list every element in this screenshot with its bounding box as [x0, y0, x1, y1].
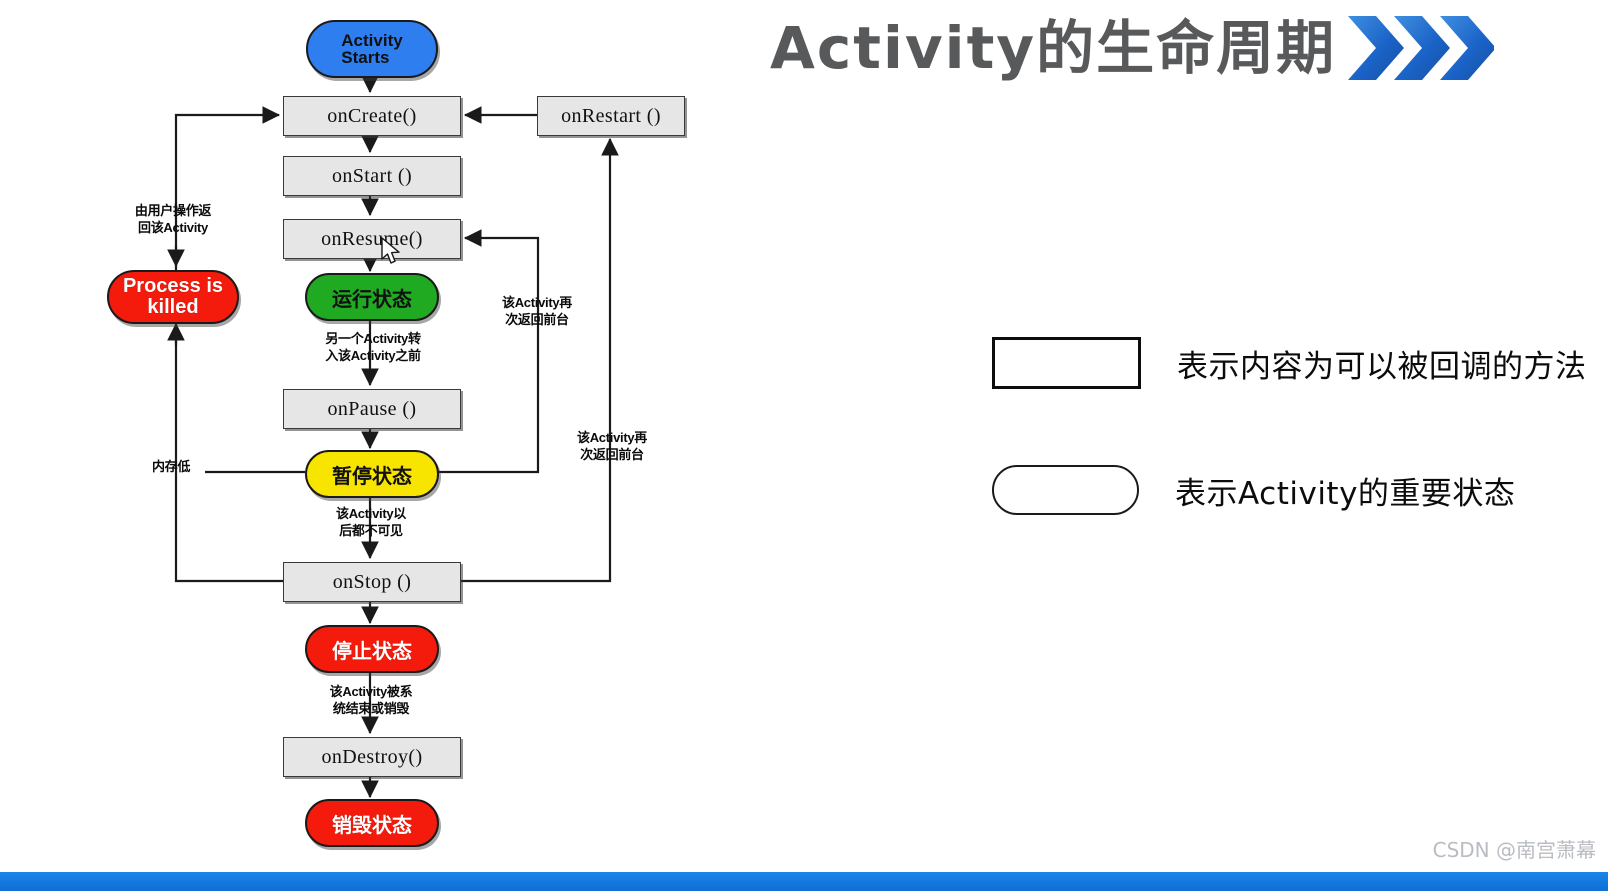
node-stopped-state[interactable]: 停止状态	[305, 625, 439, 673]
legend-pill-shape	[992, 465, 1139, 515]
triple-chevron-icon	[1348, 16, 1495, 80]
node-on-pause[interactable]: onPause ()	[283, 389, 461, 429]
legend-item-state: 表示Activity的重要状态	[992, 465, 1515, 515]
node-on-resume[interactable]: onResume()	[283, 219, 461, 259]
node-process-killed-label: Process is killed	[122, 275, 224, 318]
node-paused-state[interactable]: 暂停状态	[305, 450, 439, 498]
node-on-stop[interactable]: onStop ()	[283, 562, 461, 602]
node-process-killed[interactable]: Process is killed	[107, 270, 239, 324]
node-on-create-label: onCreate()	[327, 104, 417, 127]
node-on-restart-label: onRestart ()	[561, 104, 661, 127]
node-paused-state-label: 暂停状态	[332, 465, 412, 488]
node-running-state[interactable]: 运行状态	[305, 273, 439, 321]
node-activity-starts-label: Activity Starts	[341, 31, 403, 67]
slide-title: Activity的生命周期	[770, 8, 1495, 88]
node-on-destroy[interactable]: onDestroy()	[283, 737, 461, 777]
node-on-destroy-label: onDestroy()	[321, 745, 423, 768]
legend-item-method: 表示内容为可以被回调的方法	[992, 337, 1587, 389]
node-on-resume-label: onResume()	[321, 227, 423, 250]
node-stopped-state-label: 停止状态	[332, 640, 412, 663]
slide-canvas: Activity Starts onCreate() onRestart () …	[0, 0, 1608, 891]
bottom-accent-bar	[0, 872, 1608, 891]
page-title: Activity的生命周期	[770, 14, 1337, 82]
node-on-start[interactable]: onStart ()	[283, 156, 461, 196]
node-on-stop-label: onStop ()	[332, 570, 412, 593]
node-on-pause-label: onPause ()	[327, 397, 417, 420]
node-on-start-label: onStart ()	[331, 164, 413, 187]
legend-rect-shape	[992, 337, 1141, 389]
node-destroyed-state[interactable]: 销毁状态	[305, 799, 439, 847]
node-on-restart[interactable]: onRestart ()	[537, 96, 685, 136]
csdn-watermark: CSDN @南宫萧幕	[1432, 838, 1596, 862]
chevron-decoration	[1346, 10, 1495, 86]
node-on-create[interactable]: onCreate()	[283, 96, 461, 136]
node-activity-starts[interactable]: Activity Starts	[306, 20, 438, 78]
legend-method-text: 表示内容为可以被回调的方法	[1177, 348, 1587, 385]
legend-state-text: 表示Activity的重要状态	[1175, 475, 1516, 512]
node-running-state-label: 运行状态	[332, 288, 412, 311]
node-destroyed-state-label: 销毁状态	[332, 814, 412, 837]
activity-lifecycle-diagram: Activity Starts onCreate() onRestart () …	[0, 0, 720, 870]
